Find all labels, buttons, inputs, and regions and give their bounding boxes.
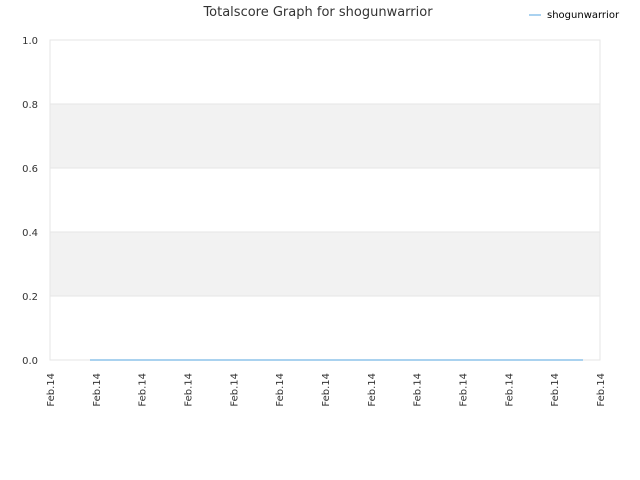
- y-tick-label: 0.2: [22, 292, 38, 303]
- plot-band: [50, 104, 600, 168]
- x-tick-label: Feb.14: [184, 373, 195, 407]
- x-tick-label: Feb.14: [92, 373, 103, 407]
- y-tick-label: 0.0: [22, 356, 38, 367]
- x-tick-label: Feb.14: [413, 373, 424, 407]
- x-tick-label: Feb.14: [459, 373, 470, 407]
- x-tick-label: Feb.14: [138, 373, 149, 407]
- x-tick-label: Feb.14: [321, 373, 332, 407]
- y-axis-ticks: 0.0 0.2 0.4 0.6 0.8 1.0: [22, 36, 38, 367]
- chart-title: Totalscore Graph for shogunwarrior: [202, 5, 433, 20]
- gridlines: [50, 39, 600, 361]
- plot-frame: [49, 39, 601, 361]
- legend: shogunwarrior: [529, 10, 620, 21]
- x-axis-ticks: Feb.14 Feb.14 Feb.14 Feb.14 Feb.14 Feb.14 Feb.…: [46, 373, 607, 407]
- y-tick-label: 0.6: [22, 164, 38, 175]
- x-tick-label: Feb.14: [229, 373, 240, 407]
- x-tick-label: Feb.14: [46, 373, 57, 407]
- x-tick-label: Feb.14: [367, 373, 378, 407]
- plot-band: [50, 232, 600, 296]
- plot-bands: [50, 104, 600, 296]
- x-tick-label: Feb.14: [275, 373, 286, 407]
- y-tick-label: 0.8: [22, 100, 38, 111]
- chart: 0.0 0.2 0.4 0.6 0.8 1.0 Feb.14 Feb.14 Feb.14 Feb…: [0, 0, 640, 480]
- legend-label-shogunwarrior: shogunwarrior: [547, 10, 620, 21]
- totalscore-chart: 0.00.20.40.60.81.0 Feb.14 Feb.14 Feb.14 Feb…: [22, 5, 620, 407]
- x-tick-label: Feb.14: [596, 373, 607, 407]
- y-tick-label: 0.4: [22, 228, 38, 239]
- y-tick-label: 1.0: [22, 36, 38, 47]
- x-tick-label: Feb.14: [504, 373, 515, 407]
- x-tick-label: Feb.14: [550, 373, 561, 407]
